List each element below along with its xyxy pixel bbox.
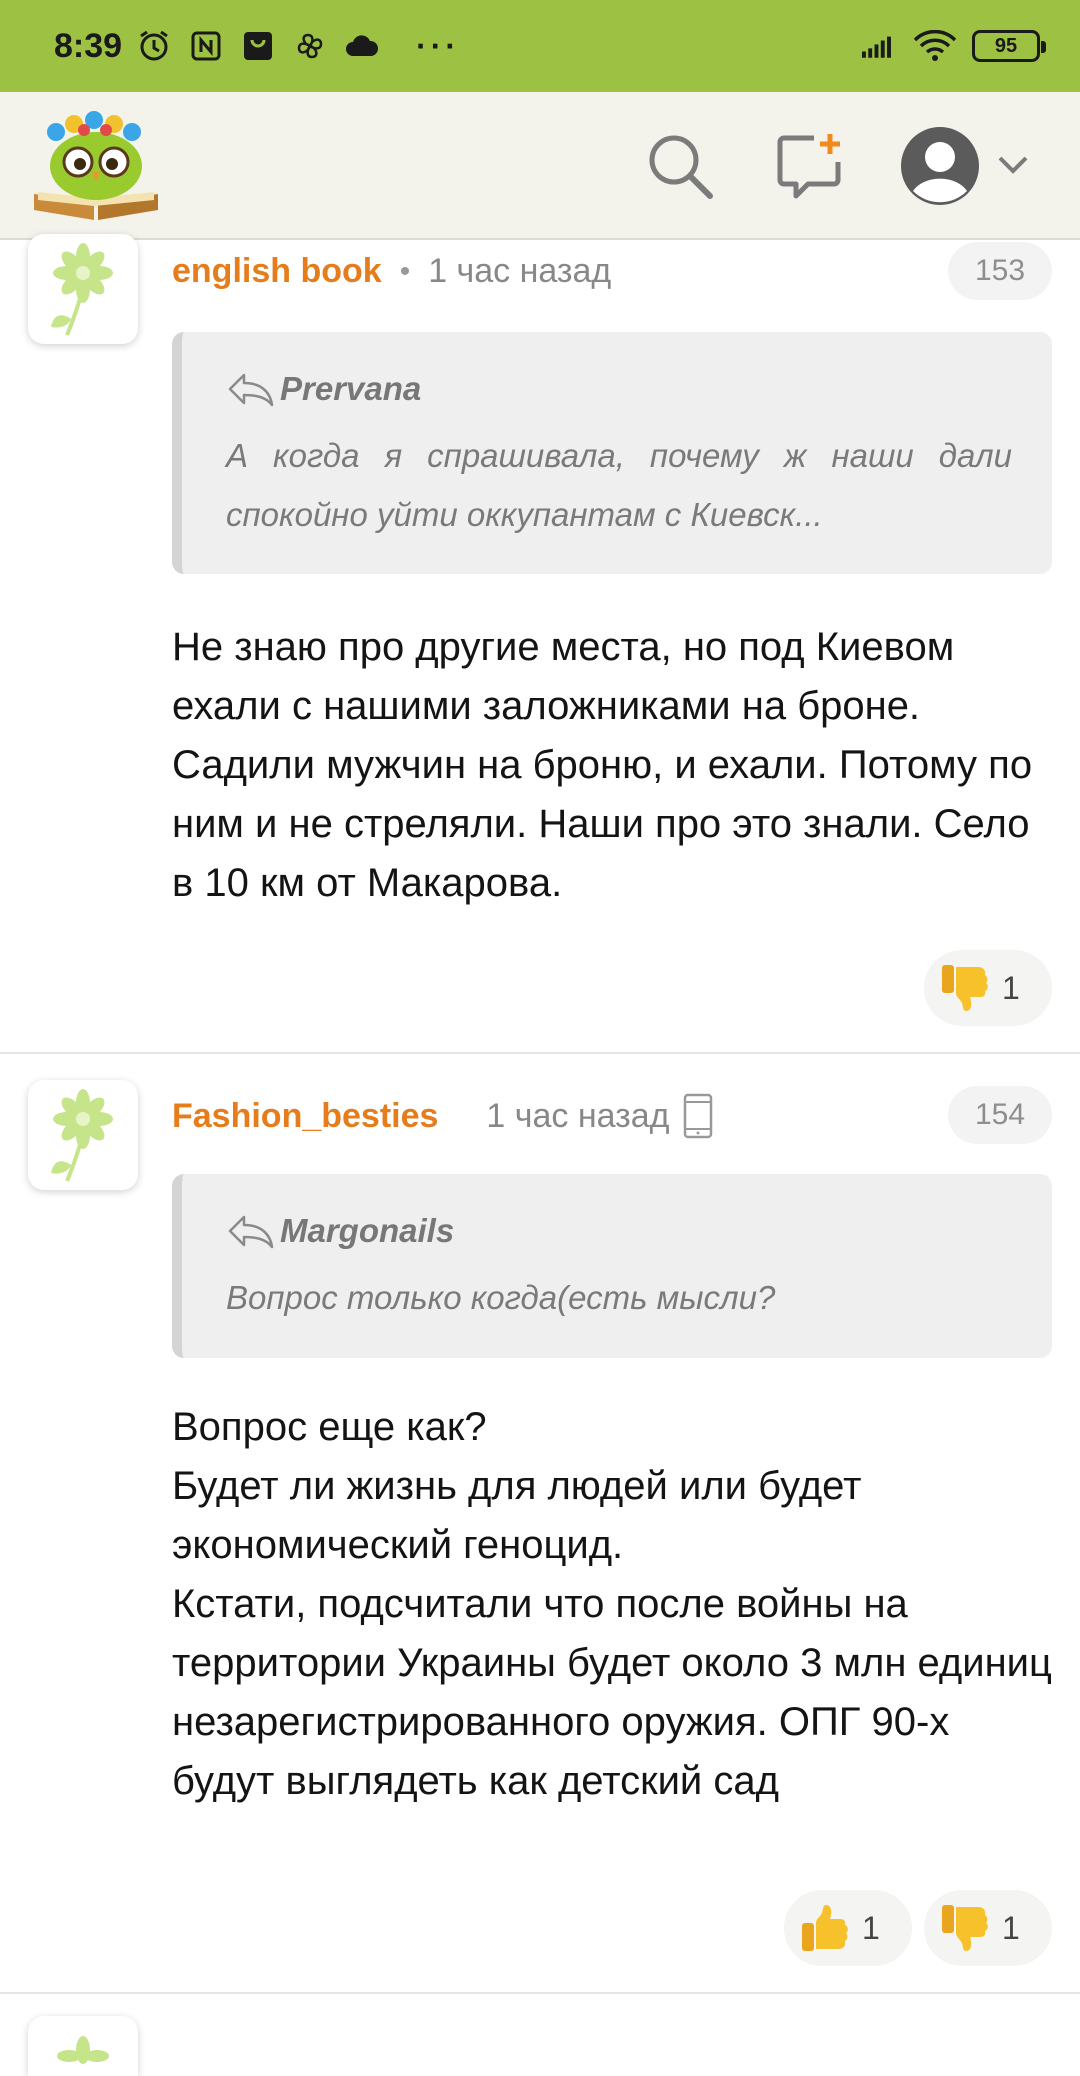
author-avatar[interactable] bbox=[28, 1080, 138, 1190]
like-count: 1 bbox=[862, 1909, 880, 1946]
dislike-count: 1 bbox=[1002, 969, 1020, 1006]
pinwheel-icon bbox=[292, 28, 328, 64]
quote-text: А когда я спрашивала, почему ж наши дали… bbox=[226, 437, 1012, 533]
clock: 8:39 bbox=[54, 26, 123, 65]
comment-divider bbox=[0, 1052, 1080, 1054]
comment-number[interactable]: 154 bbox=[948, 1086, 1052, 1144]
nfc-icon bbox=[188, 28, 224, 64]
reactions-bar: 1 1 bbox=[784, 1890, 1052, 1966]
comment-number[interactable]: 153 bbox=[948, 242, 1052, 300]
new-post-button[interactable] bbox=[766, 122, 854, 210]
alarm-icon bbox=[136, 28, 172, 64]
flower-avatar-icon bbox=[51, 1089, 113, 1182]
comment-author[interactable]: english book bbox=[172, 252, 382, 291]
search-button[interactable] bbox=[636, 122, 724, 210]
comment-time: 1 час назад bbox=[428, 252, 612, 290]
cloud-icon bbox=[344, 28, 380, 64]
thumbs-up-icon bbox=[802, 1905, 848, 1951]
quote-author-row: Prervana bbox=[226, 370, 1012, 408]
new-message-icon bbox=[777, 134, 841, 199]
comment-text: Не знаю про другие места, но под Киевом … bbox=[172, 625, 1033, 905]
dislike-button[interactable]: 1 bbox=[924, 1890, 1052, 1966]
quote-author: Prervana bbox=[280, 370, 422, 407]
owl-reading-book-logo[interactable] bbox=[30, 110, 162, 222]
shopping-bag-icon bbox=[240, 28, 276, 64]
quote-block[interactable]: Prervana А когда я спрашивала, почему ж … bbox=[172, 332, 1052, 574]
reply-arrow-icon bbox=[228, 1215, 274, 1249]
reply-arrow-icon bbox=[228, 373, 274, 407]
user-avatar-icon bbox=[901, 127, 979, 205]
signal-icon bbox=[862, 28, 898, 64]
comment-header: english book • 1 час назад bbox=[172, 252, 611, 291]
like-button[interactable]: 1 bbox=[784, 1890, 912, 1966]
quote-text: Вопрос только когда(есть мысли? bbox=[226, 1279, 776, 1316]
next-comment-avatar[interactable] bbox=[28, 2016, 138, 2076]
thumbs-down-icon bbox=[942, 965, 988, 1011]
dislike-button[interactable]: 1 bbox=[924, 950, 1052, 1026]
profile-menu-button[interactable] bbox=[992, 144, 1034, 186]
quote-author-row: Margonails bbox=[226, 1212, 1012, 1250]
mobile-device-icon bbox=[683, 1093, 712, 1139]
quote-author: Margonails bbox=[280, 1212, 455, 1249]
comment-text: Вопрос еще как? Будет ли жизнь для людей… bbox=[172, 1405, 1052, 1803]
more-notifications-icon: ··· bbox=[416, 27, 461, 64]
app-header bbox=[0, 92, 1080, 240]
comment-header: Fashion_besties 1 час назад bbox=[172, 1092, 714, 1140]
profile-button[interactable] bbox=[896, 122, 984, 210]
flower-avatar-icon bbox=[57, 2036, 109, 2064]
author-avatar[interactable] bbox=[28, 234, 138, 344]
comment-divider bbox=[0, 1992, 1080, 1994]
status-bar: 8:39 ··· 95 bbox=[0, 0, 1080, 92]
thumbs-down-icon bbox=[942, 1905, 988, 1951]
battery-indicator: 95 bbox=[972, 30, 1046, 62]
dislike-count: 1 bbox=[1002, 1909, 1020, 1946]
flower-avatar-icon bbox=[51, 243, 113, 336]
chevron-down-icon bbox=[998, 156, 1028, 174]
comment-author[interactable]: Fashion_besties bbox=[172, 1097, 438, 1136]
reactions-bar: 1 bbox=[924, 950, 1052, 1026]
search-icon bbox=[649, 135, 713, 199]
quote-block[interactable]: Margonails Вопрос только когда(есть мысл… bbox=[172, 1174, 1052, 1358]
wifi-icon bbox=[912, 28, 958, 64]
separator-dot: • bbox=[399, 254, 411, 288]
comment-time: 1 час назад bbox=[486, 1096, 670, 1135]
